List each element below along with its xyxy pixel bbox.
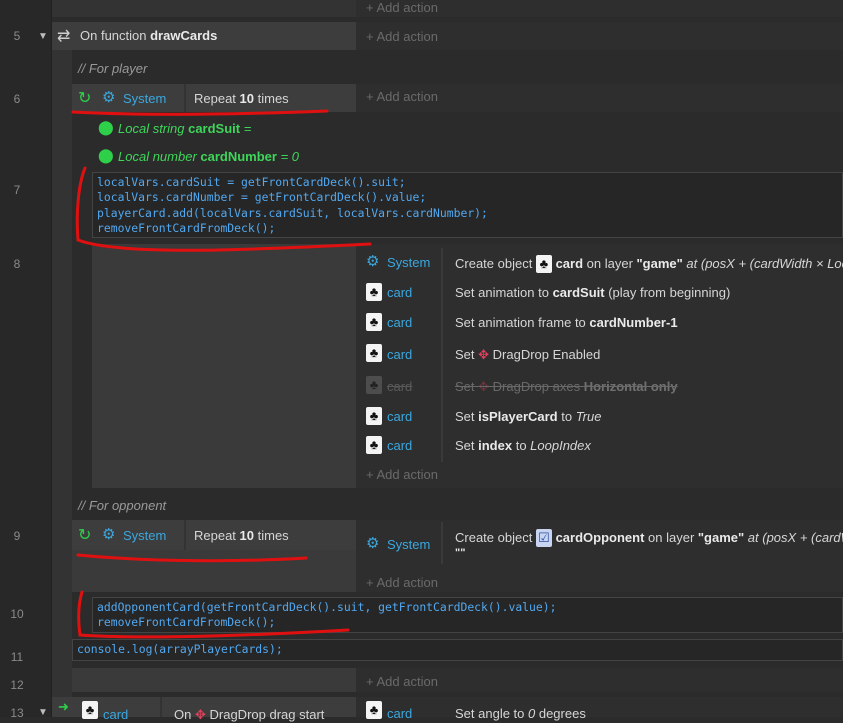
red-bracket-stroke	[77, 590, 350, 639]
red-annotation-overlay	[71, 109, 372, 639]
red-underline-stroke	[71, 109, 329, 116]
red-underline-stroke	[76, 553, 308, 563]
red-bracket-stroke	[75, 166, 372, 252]
